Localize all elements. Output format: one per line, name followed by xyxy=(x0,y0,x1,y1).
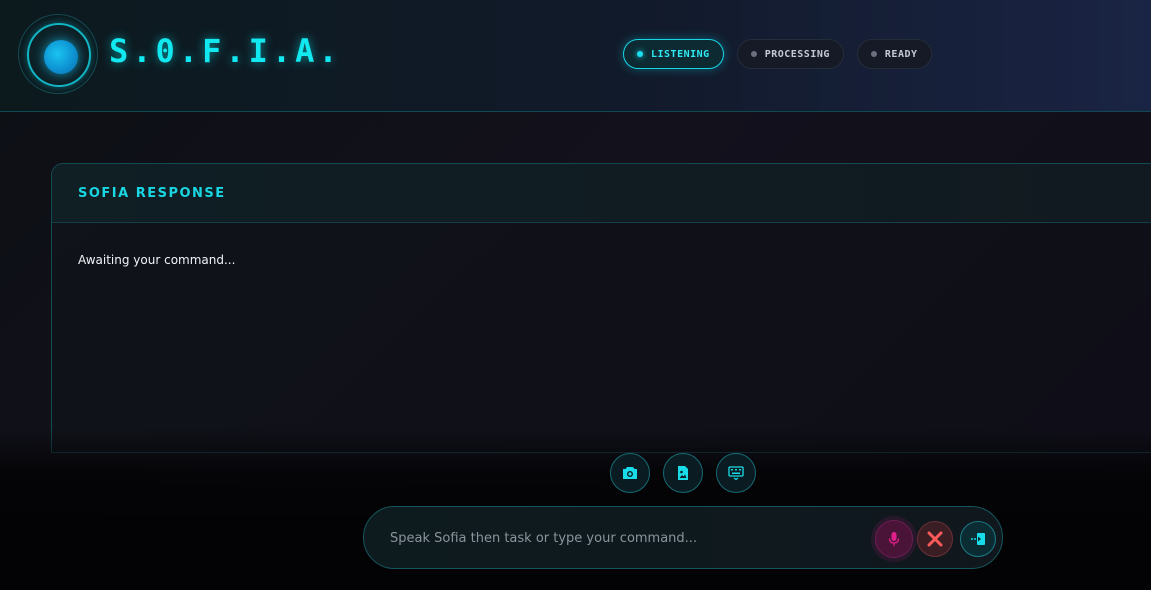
response-text: Awaiting your command... xyxy=(78,253,236,267)
microphone-icon xyxy=(888,532,900,546)
status-label: PROCESSING xyxy=(764,48,830,60)
keyboard-icon xyxy=(728,466,744,480)
cancel-button[interactable] xyxy=(917,521,953,557)
status-label: READY xyxy=(884,48,918,60)
image-upload-button[interactable] xyxy=(663,453,703,493)
response-panel-body: Awaiting your command... xyxy=(52,223,1151,267)
keyboard-button[interactable] xyxy=(716,453,756,493)
app-title: S.0.F.I.A. xyxy=(109,32,342,70)
status-listening: LISTENING xyxy=(623,39,724,69)
status-dot-icon xyxy=(870,51,877,57)
camera-button[interactable] xyxy=(610,453,650,493)
status-label: LISTENING xyxy=(651,48,710,60)
image-file-icon xyxy=(678,466,688,480)
command-input[interactable] xyxy=(390,527,860,549)
assistant-orb xyxy=(18,14,98,94)
response-panel-header: SOFIA RESPONSE xyxy=(52,164,1151,223)
tool-buttons xyxy=(610,453,756,493)
app-header: S.0.F.I.A. LISTENING PROCESSING READY xyxy=(0,0,1151,112)
response-panel-title: SOFIA RESPONSE xyxy=(78,185,226,201)
status-processing: PROCESSING xyxy=(736,39,844,69)
command-bar xyxy=(363,506,1003,569)
app-window: S.0.F.I.A. LISTENING PROCESSING READY SO… xyxy=(0,0,1151,590)
send-icon xyxy=(971,533,985,545)
status-indicators: LISTENING PROCESSING READY xyxy=(623,39,932,69)
response-panel: SOFIA RESPONSE Awaiting your command... xyxy=(51,163,1151,453)
camera-icon xyxy=(623,467,637,479)
send-button[interactable] xyxy=(960,521,996,557)
status-ready: READY xyxy=(856,39,932,69)
microphone-button[interactable] xyxy=(875,520,913,558)
orb-ring xyxy=(27,23,91,87)
close-icon xyxy=(927,531,943,547)
status-dot-icon xyxy=(750,51,757,57)
orb-core xyxy=(44,40,78,74)
status-dot-icon xyxy=(637,51,643,57)
